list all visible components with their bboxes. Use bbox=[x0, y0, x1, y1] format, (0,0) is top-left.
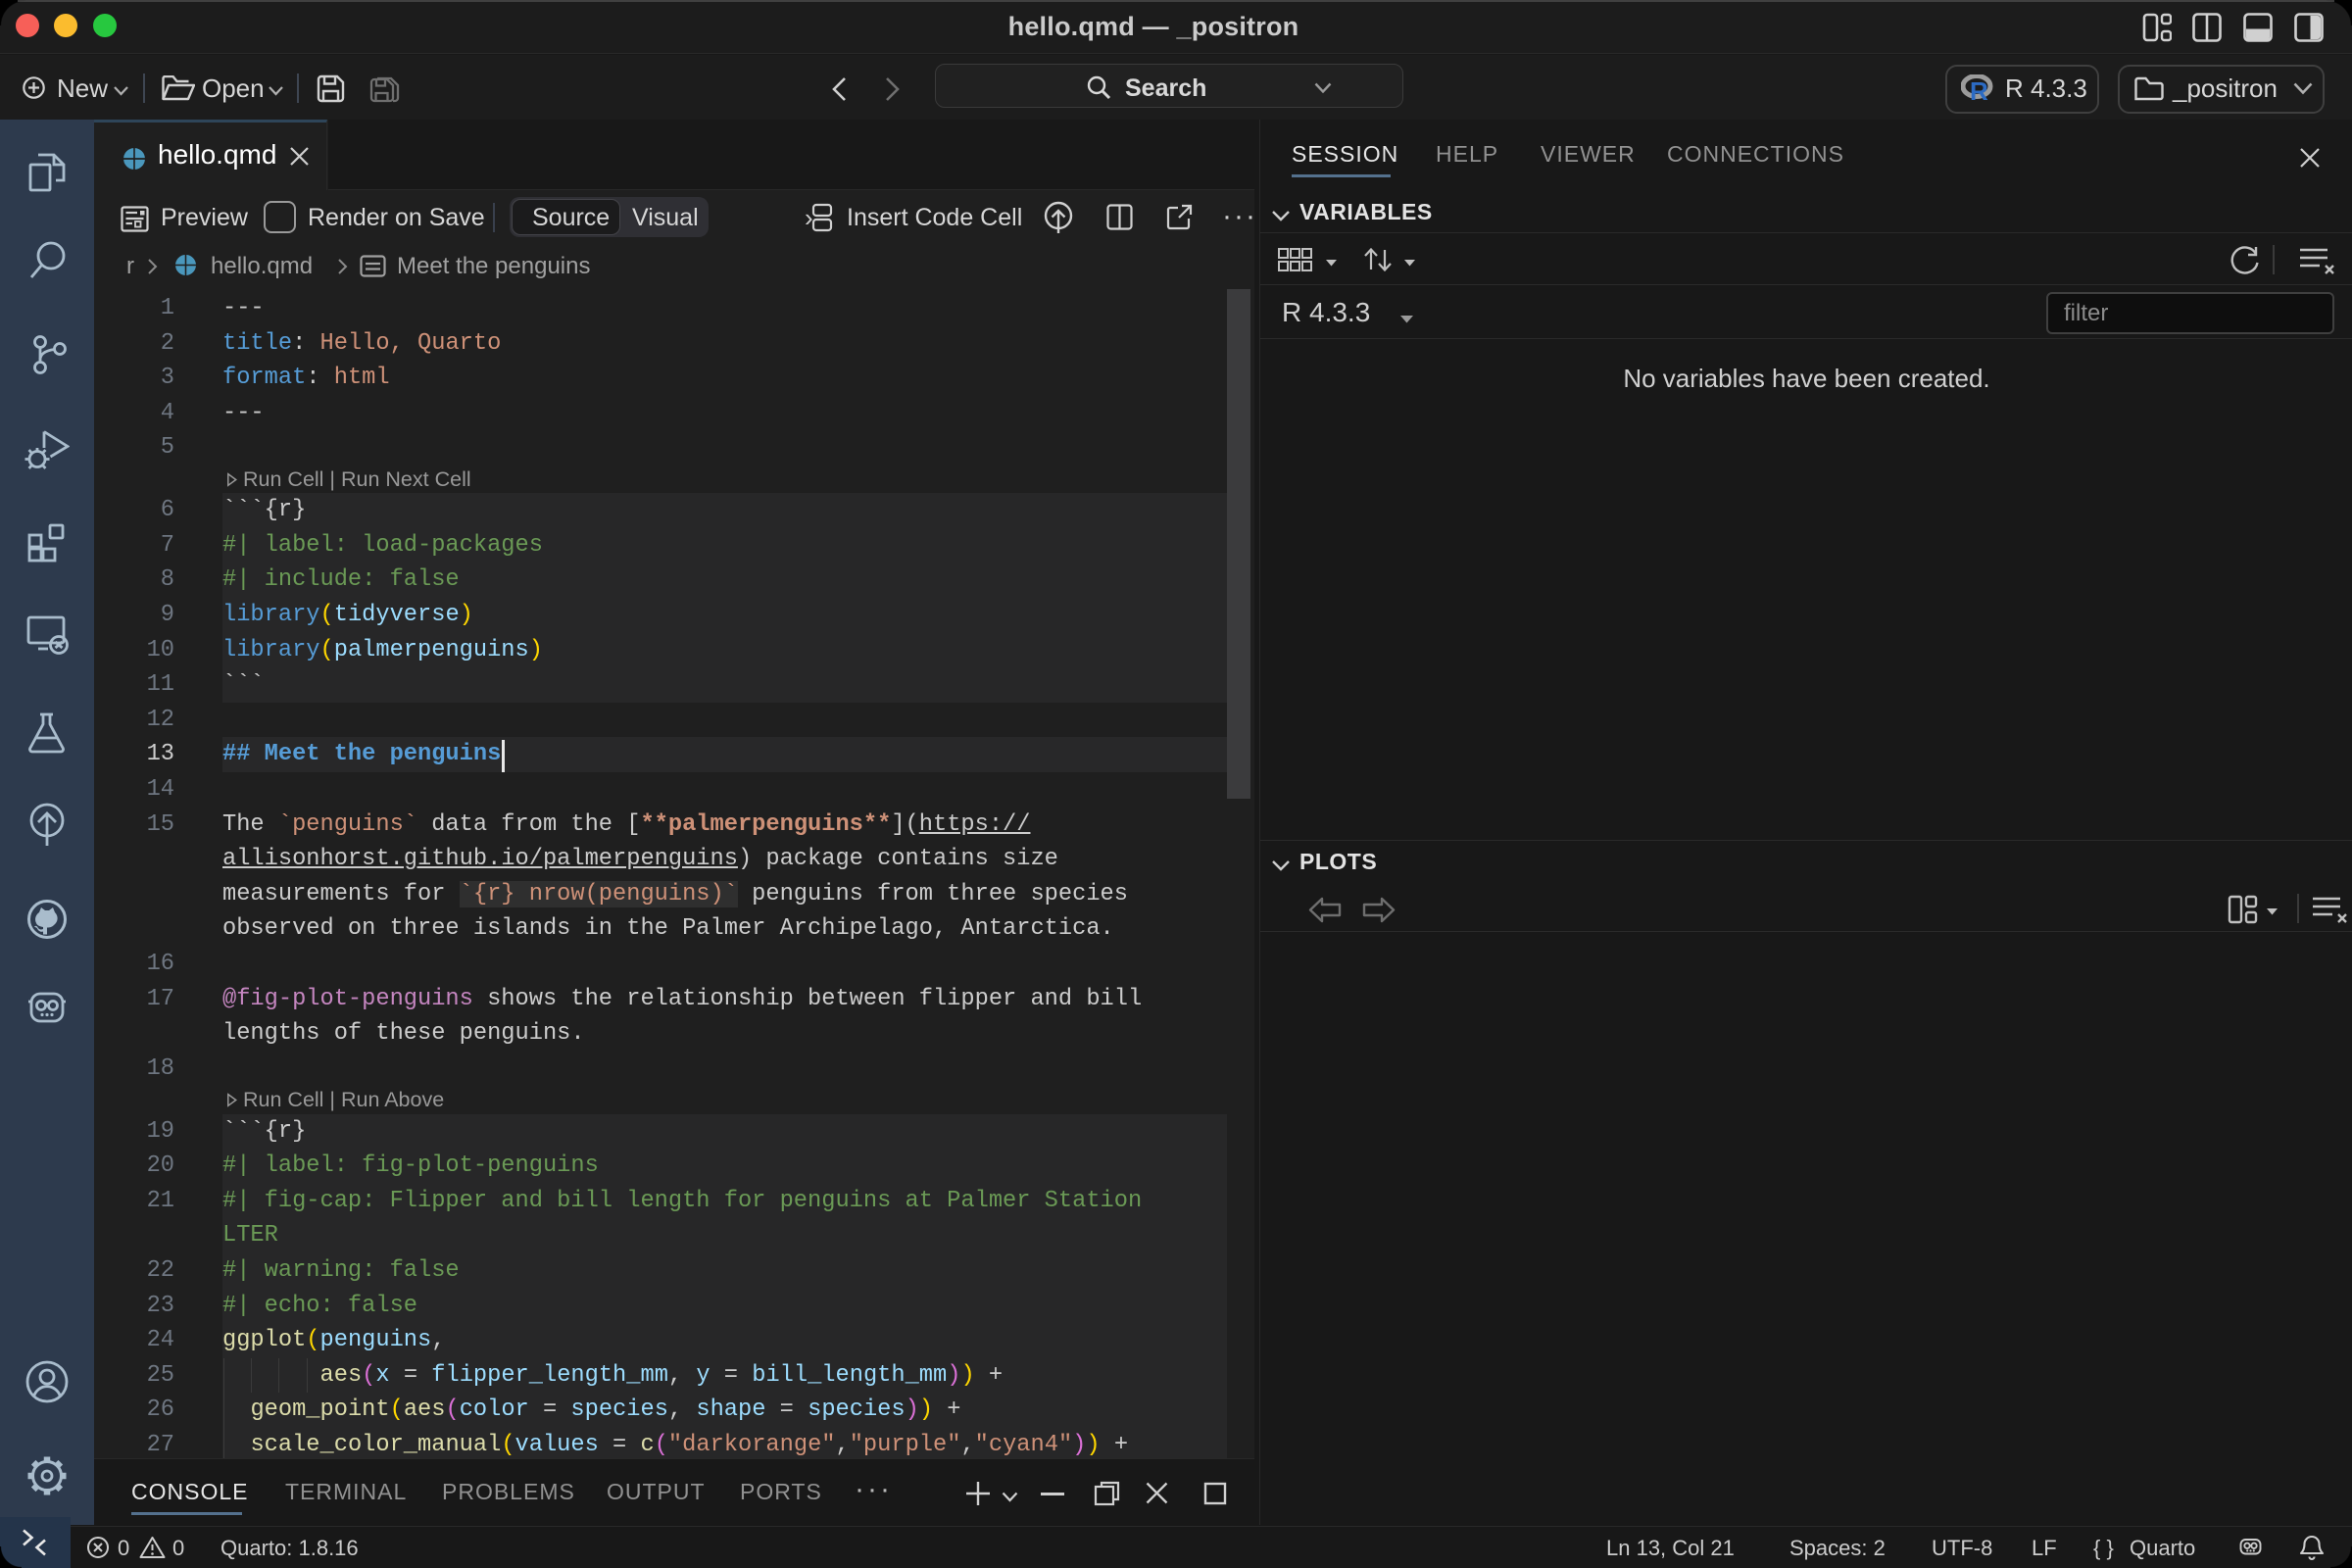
svg-text:R: R bbox=[1970, 76, 1988, 103]
